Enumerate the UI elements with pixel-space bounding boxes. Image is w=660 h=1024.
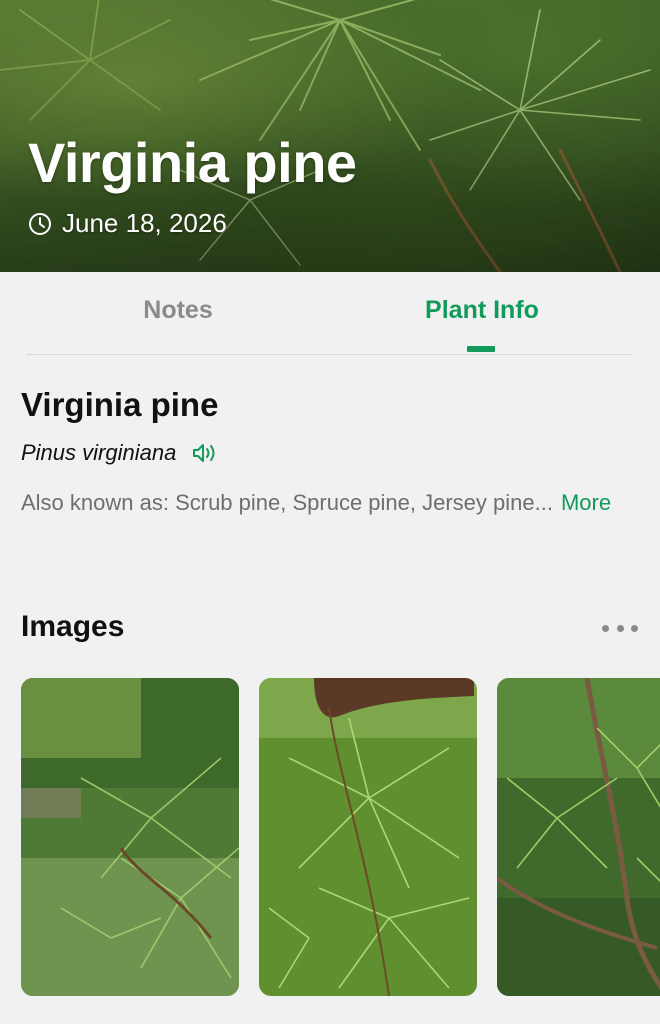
image-thumbnail-3[interactable] xyxy=(497,678,660,996)
dot xyxy=(616,624,624,632)
plant-scientific-name: Pinus virginiana xyxy=(21,440,177,465)
speaker-icon[interactable] xyxy=(192,442,218,464)
image-thumbnail-1[interactable] xyxy=(21,678,239,996)
hero-title: Virginia pine xyxy=(28,131,357,194)
also-known-as-text: Also known as: Scrub pine, Spruce pine, … xyxy=(21,490,553,515)
scientific-name-row: Pinus virginiana xyxy=(21,440,218,466)
tab-plant-info[interactable]: Plant Info xyxy=(382,296,582,325)
hero-date-row: June 18, 2026 xyxy=(28,208,227,239)
tab-notes[interactable]: Notes xyxy=(78,296,278,325)
images-section-title: Images xyxy=(21,610,125,643)
tab-divider xyxy=(26,354,633,355)
more-link[interactable]: More xyxy=(561,490,611,515)
more-options-icon[interactable] xyxy=(598,616,642,640)
image-1-illustration xyxy=(21,678,239,996)
tab-bar: Notes Plant Info xyxy=(0,272,660,356)
dot xyxy=(631,624,638,632)
image-thumbnail-2[interactable] xyxy=(259,678,477,996)
also-known-as: Also known as: Scrub pine, Spruce pine, … xyxy=(21,488,621,518)
image-3-illustration xyxy=(497,678,660,996)
plant-common-name: Virginia pine xyxy=(21,386,219,423)
dot xyxy=(602,624,609,632)
hero-date: June 18, 2026 xyxy=(62,208,227,238)
hero-image: Virginia pine June 18, 2026 xyxy=(0,0,660,272)
active-tab-indicator xyxy=(467,346,495,352)
plant-detail-screen: Virginia pine June 18, 2026 Notes Plant … xyxy=(0,0,660,1024)
image-2-illustration xyxy=(259,678,477,996)
clock-icon xyxy=(29,212,51,235)
